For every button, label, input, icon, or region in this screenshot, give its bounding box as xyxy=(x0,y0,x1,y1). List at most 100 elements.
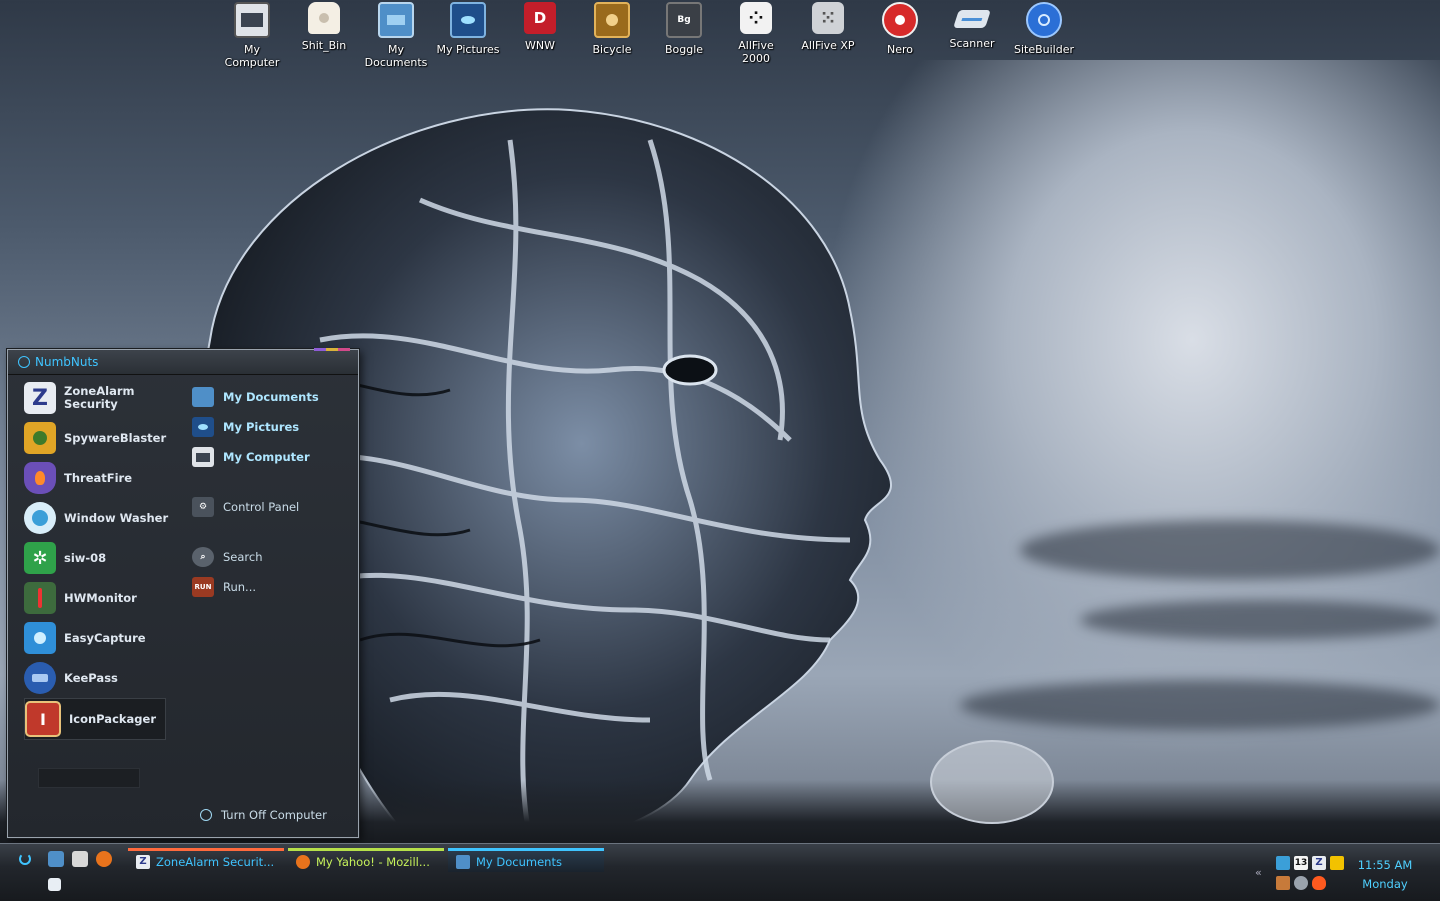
desktop-icon-sitebuilder[interactable]: SiteBuilder xyxy=(1008,0,1080,72)
turn-off-label: Turn Off Computer xyxy=(221,808,327,822)
documents-icon xyxy=(378,2,414,38)
desktop-icon-label: My Documents xyxy=(364,43,428,69)
pictures-icon xyxy=(450,2,486,38)
siw-icon: ✲ xyxy=(24,542,56,574)
place-search[interactable]: ⌕ Search xyxy=(192,542,352,572)
start-menu-programs: Z ZoneAlarm Security SpywareBlaster Thre… xyxy=(22,378,172,740)
quicklaunch-user-icon[interactable] xyxy=(72,851,88,867)
desktop-icon-label: Shit_Bin xyxy=(301,39,347,52)
desktop-icon-bicycle[interactable]: Bicycle xyxy=(576,0,648,72)
documents-icon xyxy=(192,387,214,407)
tray-expand-chevron-icon[interactable]: « xyxy=(1255,866,1262,879)
desktop-icon-allfive-xp[interactable]: ⁙ AllFive XP xyxy=(792,0,864,72)
place-label: Control Panel xyxy=(223,500,300,514)
place-my-pictures[interactable]: My Pictures xyxy=(192,412,352,442)
place-control-panel[interactable]: ⚙ Control Panel xyxy=(192,492,352,522)
program-label: IconPackager xyxy=(69,711,156,726)
wallpaper-cloud xyxy=(1080,600,1440,640)
easycapture-icon xyxy=(24,622,56,654)
program-label: EasyCapture xyxy=(64,630,146,645)
start-menu-header: NumbNuts xyxy=(8,350,358,375)
hwmonitor-icon xyxy=(24,582,56,614)
place-label: My Pictures xyxy=(223,420,300,434)
pictures-icon xyxy=(192,417,214,437)
scanner-icon xyxy=(953,10,991,28)
desktop-icon-label: Scanner xyxy=(949,37,995,50)
taskbar-clock[interactable]: 11:55 AM Monday xyxy=(1354,856,1416,894)
quicklaunch-firefox-icon[interactable] xyxy=(96,851,112,867)
desktop-icon-my-computer[interactable]: My Computer xyxy=(216,0,288,72)
place-run[interactable]: RUN Run... xyxy=(192,572,352,602)
desktop-icon-label: Bicycle xyxy=(592,43,632,56)
start-menu-color-strip xyxy=(314,348,350,351)
system-tray: 13 Z xyxy=(1272,854,1352,898)
threatfire-icon xyxy=(24,462,56,494)
place-my-computer[interactable]: My Computer xyxy=(192,442,352,472)
desktop-icon-allfive-2000[interactable]: ⁘ AllFive 2000 xyxy=(720,0,792,72)
search-icon: ⌕ xyxy=(192,547,214,567)
desktop-icon-my-pictures[interactable]: My Pictures xyxy=(432,0,504,72)
place-my-documents[interactable]: My Documents xyxy=(192,382,352,412)
run-icon: RUN xyxy=(192,577,214,597)
task-zonealarm[interactable]: Z ZoneAlarm Securit... xyxy=(128,848,284,872)
desktop-icon-boggle[interactable]: Bg Boggle xyxy=(648,0,720,72)
task-my-yahoo-mozilla[interactable]: My Yahoo! - Mozill... xyxy=(288,848,444,872)
taskbar: Z ZoneAlarm Securit... My Yahoo! - Mozil… xyxy=(0,843,1440,901)
task-my-documents[interactable]: My Documents xyxy=(448,848,604,872)
program-label: siw-08 xyxy=(64,550,107,565)
program-siw-08[interactable]: ✲ siw-08 xyxy=(24,538,172,578)
start-menu-places: My Documents My Pictures My Computer ⚙ C… xyxy=(192,382,352,602)
start-menu-username: NumbNuts xyxy=(35,355,99,369)
start-button[interactable] xyxy=(14,849,36,869)
tray-im-icon[interactable] xyxy=(1330,856,1344,870)
program-hwmonitor[interactable]: HWMonitor xyxy=(24,578,172,618)
bicycle-cards-icon xyxy=(594,2,630,38)
program-label: Window Washer xyxy=(64,510,169,525)
nero-icon xyxy=(882,2,918,38)
boggle-icon: Bg xyxy=(666,2,702,38)
program-label: SpywareBlaster xyxy=(64,430,167,445)
clock-day: Monday xyxy=(1362,877,1408,891)
place-label: Search xyxy=(223,550,263,564)
tray-speaker-icon[interactable] xyxy=(1294,876,1308,890)
program-window-washer[interactable]: Window Washer xyxy=(24,498,172,538)
start-menu-all-programs-slot[interactable] xyxy=(38,768,140,788)
dice-xp-icon: ⁙ xyxy=(812,2,844,34)
tray-zonealarm-icon[interactable]: Z xyxy=(1312,856,1326,870)
program-spywareblaster[interactable]: SpywareBlaster xyxy=(24,418,172,458)
clock-time: 11:55 AM xyxy=(1357,858,1413,872)
desktop-icon-nero[interactable]: Nero xyxy=(864,0,936,72)
program-keepass[interactable]: KeePass xyxy=(24,658,172,698)
tray-threatfire-icon[interactable] xyxy=(1312,876,1326,890)
program-iconpackager[interactable]: I IconPackager xyxy=(24,698,166,740)
desktop-icon-label: AllFive 2000 xyxy=(738,39,774,65)
desktop-icon-label: My Computer xyxy=(224,43,280,69)
desktop-icon-my-documents[interactable]: My Documents xyxy=(360,0,432,72)
spywareblaster-icon xyxy=(24,422,56,454)
start-menu: NumbNuts Z ZoneAlarm Security SpywareBla… xyxy=(7,348,359,838)
desktop-icon-label: AllFive XP xyxy=(801,39,855,52)
desktop-icon-wnw[interactable]: D WNW xyxy=(504,0,576,72)
recycle-bin-icon xyxy=(308,2,340,34)
desktop-icon-scanner[interactable]: Scanner xyxy=(936,0,1008,72)
desktop-icon-label: Boggle xyxy=(664,43,704,56)
program-label: KeePass xyxy=(64,670,118,685)
program-easycapture[interactable]: EasyCapture xyxy=(24,618,172,658)
wallpaper-satellite-dish xyxy=(930,740,1054,824)
dice-icon: ⁘ xyxy=(740,2,772,34)
monitor-icon xyxy=(234,2,270,38)
user-icon xyxy=(18,356,30,368)
program-label: ZoneAlarm Security xyxy=(64,384,135,411)
quicklaunch-show-desktop-icon[interactable] xyxy=(48,851,64,867)
tray-photo-icon[interactable] xyxy=(1276,876,1290,890)
turn-off-computer-button[interactable]: Turn Off Computer xyxy=(200,808,327,822)
program-zonealarm-security[interactable]: Z ZoneAlarm Security xyxy=(24,378,172,418)
zonealarm-icon: Z xyxy=(24,382,56,414)
desktop-icon-shit-bin[interactable]: Shit_Bin xyxy=(288,0,360,72)
program-threatfire[interactable]: ThreatFire xyxy=(24,458,172,498)
tray-network-icon[interactable] xyxy=(1276,856,1290,870)
tray-calendar-icon[interactable]: 13 xyxy=(1294,856,1308,870)
wnw-icon: D xyxy=(524,2,556,34)
quicklaunch-notepad-icon[interactable] xyxy=(48,878,61,891)
place-label: My Documents xyxy=(223,390,319,404)
